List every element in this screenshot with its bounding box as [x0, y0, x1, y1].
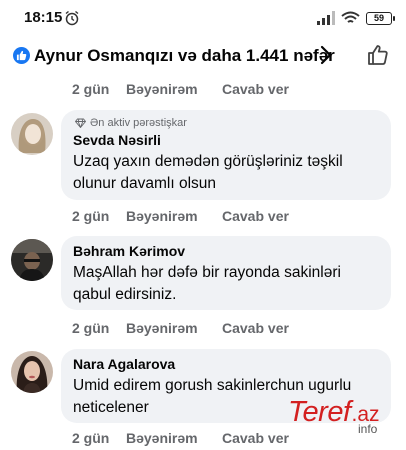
alarm-icon [65, 10, 79, 26]
reply-button[interactable]: Cavab ver [222, 320, 289, 336]
like-outline-icon[interactable] [366, 43, 390, 67]
like-button[interactable]: Bəyənirəm [112, 430, 222, 446]
watermark-sub: info [358, 422, 378, 436]
battery-icon: 59 [366, 11, 395, 25]
comment-actions: 2 gün Bəyənirəm Cavab ver [72, 427, 289, 449]
status-time: 18:15 [24, 9, 63, 26]
comment-bubble[interactable]: Ən aktiv pərəstişkar Sevda Nəsirli Uzaq … [61, 110, 391, 200]
comment-bubble[interactable]: Bəhram Kərimov MaşAllah hər dəfə bir ray… [61, 236, 391, 310]
comment-author[interactable]: Bəhram Kərimov [73, 243, 379, 259]
comment-author[interactable]: Nara Agalarova [73, 356, 379, 372]
comment-actions: 2 gün Bəyənirəm Cavab ver [72, 78, 289, 100]
comment-text: MaşAllah hər dəfə bir rayonda sakinləri … [73, 264, 341, 303]
reactions-summary[interactable]: Aynur Osmanqızı və daha 1.441 nəfər [34, 46, 335, 66]
status-icons: 59 [317, 9, 395, 27]
reply-button[interactable]: Cavab ver [222, 81, 289, 97]
avatar[interactable] [11, 113, 53, 155]
comment-time: 2 gün [72, 430, 110, 446]
signal-icon [317, 11, 335, 25]
wifi-icon [341, 11, 360, 23]
top-fan-badge: Ən aktiv pərəstişkar [73, 117, 379, 129]
watermark-brand: Teref [288, 396, 351, 428]
comment-author[interactable]: Sevda Nəsirli [73, 132, 379, 148]
badge-label: Ən aktiv pərəstişkar [90, 117, 187, 129]
comment-time: 2 gün [72, 208, 110, 224]
comment-actions: 2 gün Bəyənirəm Cavab ver [72, 317, 289, 339]
chevron-right-icon[interactable] [319, 44, 333, 66]
diamond-icon [75, 118, 86, 128]
like-badge-icon [13, 47, 30, 64]
teref-watermark: Teref .az info [288, 396, 380, 436]
like-button[interactable]: Bəyənirəm [112, 208, 222, 224]
avatar[interactable] [11, 239, 53, 281]
comment-text: Uzaq yaxın demədən görüşləriniz təşkil o… [73, 153, 343, 192]
comment-time: 2 gün [72, 81, 110, 97]
reply-button[interactable]: Cavab ver [222, 430, 289, 446]
like-button[interactable]: Bəyənirəm [112, 320, 222, 336]
like-button[interactable]: Bəyənirəm [112, 81, 222, 97]
avatar[interactable] [11, 351, 53, 393]
comment-time: 2 gün [72, 320, 110, 336]
comment-actions: 2 gün Bəyənirəm Cavab ver [72, 205, 289, 227]
reactions-bar[interactable]: Aynur Osmanqızı və daha 1.441 nəfər [0, 36, 406, 76]
status-bar: 18:15 59 [0, 0, 406, 36]
reply-button[interactable]: Cavab ver [222, 208, 289, 224]
